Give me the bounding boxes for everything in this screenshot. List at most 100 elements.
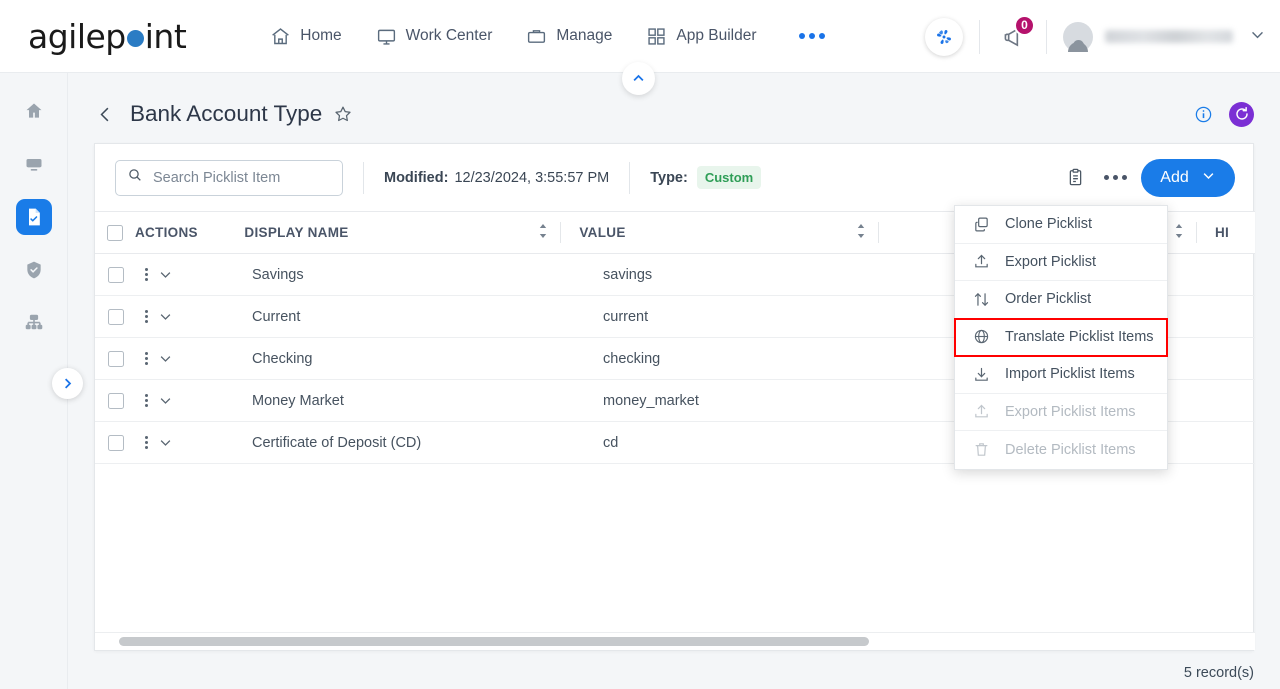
sidebar-item-work-center[interactable] [16,146,52,182]
refresh-icon[interactable] [1229,101,1254,127]
row-checkbox-cell [95,266,137,283]
row-checkbox[interactable] [108,434,124,451]
pulse-icon[interactable] [925,17,963,56]
row-actions-cell [137,267,252,282]
kebab-menu-icon[interactable] [145,268,148,281]
star-icon[interactable] [333,104,353,124]
sort-arrow-icon[interactable] [856,224,866,241]
page-title: Bank Account Type [130,101,323,126]
divider [363,161,364,194]
cell-display-name: Checking [252,350,313,367]
avatar-image [1063,21,1093,52]
sort-arrow-icon[interactable] [1174,224,1184,241]
menu-item-label: Import Picklist Items [1005,366,1135,383]
add-button[interactable]: Add [1141,158,1235,197]
sidebar-item-picklist[interactable] [15,199,52,235]
divider [1046,19,1047,54]
cell-value: money_market [603,392,699,409]
notification-count-badge: 0 [1014,14,1035,36]
horizontal-scrollbar-thumb[interactable] [119,637,869,646]
row-expand-chevron-down-icon[interactable] [158,309,173,324]
nav-overflow-more-dots-icon[interactable] [798,33,825,39]
cell-value: cd [603,434,619,451]
select-all-checkbox[interactable] [106,224,123,241]
menu-item-clone-picklist[interactable]: Clone Picklist [955,206,1167,244]
agilepoint-logo[interactable]: agilep int [28,16,187,56]
download-icon [972,366,991,383]
add-button-label: Add [1160,168,1189,186]
sidebar-expand-button[interactable] [52,368,83,399]
sort-arrow-icon[interactable] [538,224,548,241]
megaphone-icon[interactable]: 0 [996,14,1035,54]
menu-item-import-picklist-items[interactable]: Import Picklist Items [955,356,1167,394]
copy-icon [972,216,991,233]
select-all-checkbox-cell [95,211,135,254]
kebab-menu-icon[interactable] [145,436,148,449]
nav-item-home[interactable]: Home [270,26,342,47]
nav-item-app-builder[interactable]: App Builder [646,26,757,47]
cell-display-name: Money Market [252,392,344,409]
application-root: agilep int Home Work Center Manage App B… [0,0,1280,689]
nav-item-home-label: Home [300,27,342,44]
trash-icon [972,441,991,458]
column-header-display-name[interactable]: DISPLAY NAME [244,211,562,254]
search-picklist-item-box[interactable] [115,159,343,196]
logo-dot-icon [126,29,144,47]
cell-value: savings [603,266,653,283]
kebab-menu-icon[interactable] [145,352,148,365]
avatar[interactable] [1063,21,1093,52]
row-checkbox[interactable] [108,392,124,409]
divider [979,19,980,54]
collapse-header-button[interactable] [622,62,655,95]
clipboard-icon[interactable] [1060,163,1090,193]
horizontal-scrollbar-track[interactable] [95,632,1255,650]
sidebar-item-hierarchy[interactable] [16,305,52,341]
row-actions-cell [137,435,252,450]
row-checkbox[interactable] [108,350,124,367]
record-count: 5 record(s) [1183,665,1254,681]
nav-item-manage-label: Manage [556,27,613,44]
row-checkbox[interactable] [108,266,124,283]
column-header-actions: ACTIONS [135,211,244,254]
column-header-value-label: VALUE [579,225,626,240]
sidebar-item-security[interactable] [16,252,52,288]
monitor-icon [376,26,397,47]
column-header-truncated[interactable]: HI [1197,211,1255,254]
nav-item-manage[interactable]: Manage [526,26,612,47]
account-chevron-down-icon[interactable] [1249,26,1266,48]
row-expand-chevron-down-icon[interactable] [158,393,173,408]
menu-item-label: Clone Picklist [1005,216,1093,233]
kebab-menu-icon[interactable] [145,310,148,323]
row-expand-chevron-down-icon[interactable] [158,267,173,282]
back-chevron-left-icon[interactable] [96,105,115,124]
upload-icon [972,253,991,270]
menu-item-label: Delete Picklist Items [1005,441,1136,458]
type-label: Type: [650,169,688,186]
column-header-actions-label: ACTIONS [134,225,198,240]
page-header: Bank Account Type [68,88,1280,140]
row-expand-chevron-down-icon[interactable] [158,435,173,450]
globe-icon [972,328,991,345]
row-checkbox[interactable] [108,308,124,325]
status-badge: Custom [696,166,762,189]
column-header-value[interactable]: VALUE [561,211,879,254]
search-input[interactable] [153,169,323,186]
menu-item-export-picklist[interactable]: Export Picklist [955,243,1167,281]
picklist-toolbar: Modified: 12/23/2024, 3:55:57 PM Type: C… [95,144,1253,211]
cell-display-name: Certificate of Deposit (CD) [252,434,422,451]
nav-item-work-center[interactable]: Work Center [376,26,492,47]
modified-label: Modified: [384,169,449,186]
info-icon[interactable] [1194,105,1213,124]
row-actions-cell [137,309,252,324]
sidebar-item-home[interactable] [16,93,52,129]
menu-item-order-picklist[interactable]: Order Picklist [955,281,1167,319]
menu-item-translate-picklist-items[interactable]: Translate Picklist Items [954,317,1168,357]
logo-text-first: agilep [28,16,126,56]
row-expand-chevron-down-icon[interactable] [158,351,173,366]
row-checkbox-cell [95,350,137,367]
divider [629,161,631,194]
top-bar-right-actions: 0 [925,0,1266,73]
toolbar-more-dots-icon[interactable] [1104,175,1127,180]
briefcase-icon [526,26,547,47]
kebab-menu-icon[interactable] [145,394,148,407]
